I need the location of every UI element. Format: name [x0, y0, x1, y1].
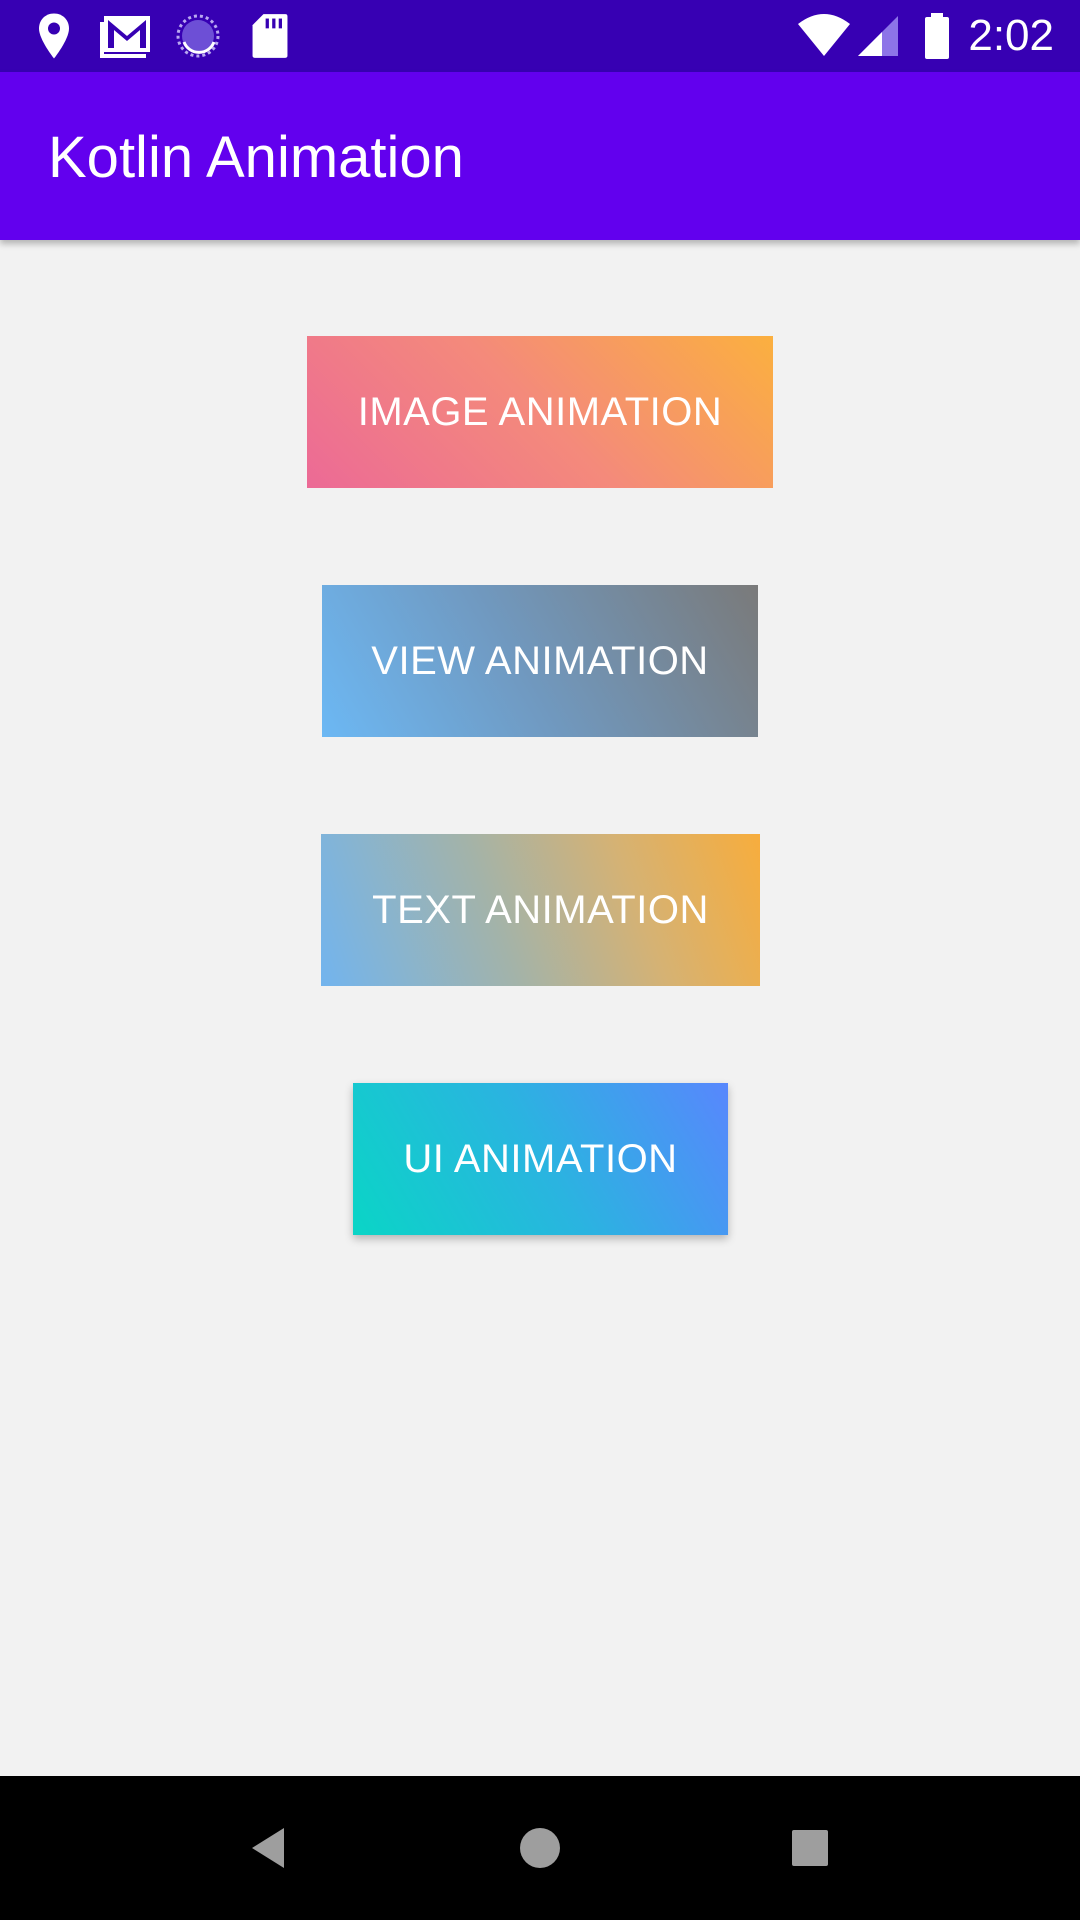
app-title: Kotlin Animation	[48, 125, 464, 190]
wifi-icon	[798, 14, 850, 56]
battery-icon	[925, 13, 949, 59]
home-icon	[520, 1828, 560, 1868]
screen: 2:02 Kotlin Animation IMAGE ANIMATION VI…	[0, 0, 1080, 1920]
gmail-icon	[100, 16, 150, 58]
recents-icon	[792, 1830, 828, 1866]
ui-animation-label: UI ANIMATION	[403, 1136, 678, 1181]
nav-recents-button[interactable]	[738, 1776, 882, 1920]
view-animation-button[interactable]: VIEW ANIMATION	[322, 585, 758, 737]
app-bar: Kotlin Animation	[0, 72, 1080, 240]
status-time: 2:02	[968, 11, 1054, 60]
image-animation-button[interactable]: IMAGE ANIMATION	[307, 336, 773, 488]
location-icon	[39, 13, 69, 59]
sync-spinner-icon	[176, 14, 220, 58]
view-animation-label: VIEW ANIMATION	[371, 638, 709, 683]
status-bar: 2:02	[0, 0, 1080, 72]
navigation-bar	[0, 1776, 1080, 1920]
nav-back-button[interactable]	[198, 1776, 342, 1920]
text-animation-button[interactable]: TEXT ANIMATION	[321, 834, 760, 986]
cell-signal-icon	[858, 16, 898, 56]
ui-animation-button[interactable]: UI ANIMATION	[353, 1083, 728, 1235]
back-icon	[252, 1828, 284, 1868]
sd-card-icon	[252, 14, 288, 58]
nav-home-button[interactable]	[468, 1776, 612, 1920]
text-animation-label: TEXT ANIMATION	[372, 887, 709, 932]
image-animation-label: IMAGE ANIMATION	[357, 389, 723, 434]
